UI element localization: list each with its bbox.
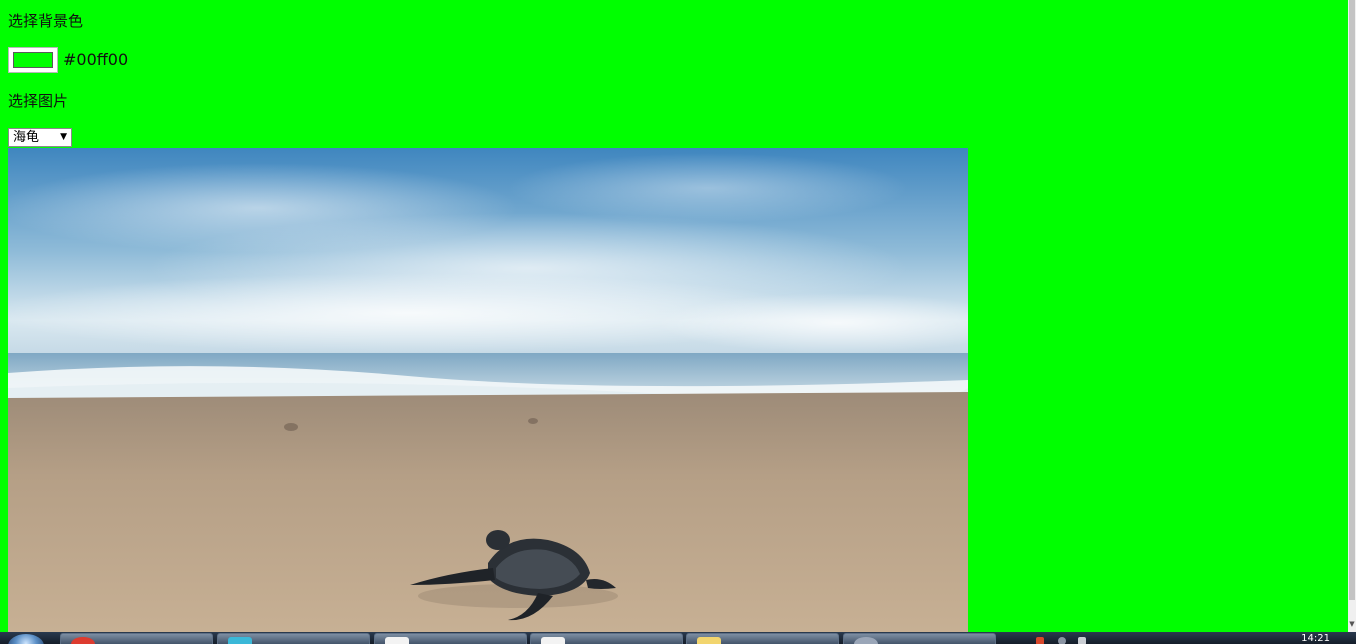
taskbar-clock[interactable]: 14:21 — [1301, 634, 1330, 644]
tray-app-icon[interactable] — [1036, 637, 1044, 644]
folder-icon — [385, 637, 409, 644]
tray-volume-icon[interactable] — [1078, 637, 1086, 644]
app-icon — [228, 637, 252, 644]
taskbar-item-folder-3[interactable] — [686, 633, 839, 644]
scroll-down-icon[interactable]: ▼ — [1348, 620, 1356, 628]
image-select-value: 海龟 — [13, 130, 40, 145]
vertical-scrollbar[interactable]: ▼ — [1348, 0, 1356, 632]
image-select-label: 选择图片 — [8, 92, 69, 110]
image-select-dropdown[interactable]: 海龟 ▼ — [8, 128, 72, 147]
chevron-down-icon: ▼ — [60, 132, 67, 142]
page-body: 选择背景色 #00ff00 选择图片 海龟 ▼ — [0, 0, 1348, 632]
folder-icon — [541, 637, 565, 644]
taskbar-item-chrome[interactable] — [60, 633, 213, 644]
color-value-text: #00ff00 — [63, 50, 129, 69]
color-picker-input[interactable] — [8, 47, 58, 73]
taskbar-item-folder-2[interactable] — [530, 633, 683, 644]
taskbar: 14:21 — [0, 632, 1356, 644]
scrollbar-thumb[interactable] — [1349, 0, 1355, 600]
user-icon — [854, 637, 878, 644]
bg-color-label: 选择背景色 — [8, 12, 84, 30]
taskbar-item-app[interactable] — [217, 633, 370, 644]
chrome-icon — [71, 637, 95, 644]
color-swatch-fill — [13, 52, 53, 68]
start-button[interactable] — [8, 634, 44, 644]
taskbar-item-folder-1[interactable] — [374, 633, 527, 644]
sea-turtle-photo — [8, 148, 968, 632]
taskbar-item-user[interactable] — [843, 633, 996, 644]
folder-icon — [697, 637, 721, 644]
tray-network-icon[interactable] — [1058, 637, 1066, 644]
